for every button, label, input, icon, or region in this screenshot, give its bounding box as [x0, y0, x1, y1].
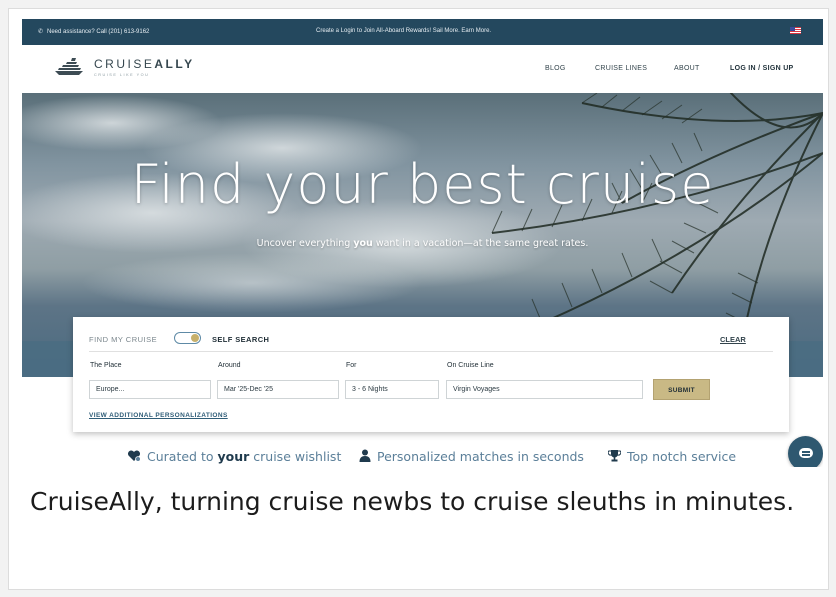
additional-personalizations-link[interactable]: VIEW ADDITIONAL PERSONALIZATIONS	[89, 412, 228, 419]
us-flag-icon[interactable]	[790, 27, 801, 34]
cruise-search-panel: FIND MY CRUISE SELF SEARCH CLEAR The Pla…	[73, 317, 789, 432]
user-icon	[359, 449, 371, 465]
phone-icon: ✆	[38, 29, 44, 35]
hero-title: Find your best cruise	[130, 153, 715, 216]
for-label: For	[346, 362, 357, 369]
features-row: Curated to your cruise wishlist Personal…	[22, 443, 823, 467]
chat-icon	[799, 448, 813, 458]
feature-wishlist: Curated to your cruise wishlist	[127, 449, 341, 465]
nav-blog[interactable]: BLOG	[545, 65, 566, 72]
post-caption: CruiseAlly, turning cruise newbs to crui…	[30, 487, 795, 516]
cruise-line-label: On Cruise Line	[447, 362, 494, 369]
ship-logo-icon[interactable]	[53, 56, 87, 76]
divider	[89, 351, 773, 352]
nav-about[interactable]: ABOUT	[674, 65, 700, 72]
heart-badge-icon	[127, 450, 141, 465]
hero-subtitle: Uncover everything you want in a vacatio…	[256, 238, 589, 249]
main-navigation: CRUISEALLY CRUISE LIKE YOU BLOG CRUISE L…	[22, 45, 823, 93]
place-input[interactable]: Europe...	[89, 380, 211, 399]
self-search-label[interactable]: SELF SEARCH	[212, 335, 269, 344]
feature-matches: Personalized matches in seconds	[359, 449, 584, 465]
find-my-cruise-label[interactable]: FIND MY CRUISE	[89, 335, 157, 344]
submit-button[interactable]: SUBMIT	[653, 379, 710, 400]
brand-logo-text[interactable]: CRUISEALLY	[94, 57, 195, 71]
feature-service: Top notch service	[607, 449, 736, 465]
search-mode-toggle[interactable]	[174, 332, 201, 344]
place-label: The Place	[90, 362, 122, 369]
nav-login-signup[interactable]: LOG IN / SIGN UP	[730, 65, 794, 72]
toggle-knob	[191, 334, 199, 342]
around-label: Around	[218, 362, 241, 369]
trophy-icon	[607, 449, 622, 465]
chat-widget-button[interactable]	[788, 436, 823, 467]
cruise-line-select[interactable]: Virgin Voyages	[446, 380, 643, 399]
brand-tagline: CRUISE LIKE YOU	[94, 73, 150, 77]
nav-cruise-lines[interactable]: CRUISE LINES	[595, 65, 647, 72]
top-announcement-bar: ✆ Need assistance? Call (201) 613-9162 Cr…	[22, 19, 823, 45]
clear-link[interactable]: CLEAR	[720, 335, 746, 344]
rewards-promo[interactable]: Create a Login to Join All-Aboard Reward…	[316, 28, 491, 34]
website-screenshot: ✆ Need assistance? Call (201) 613-9162 Cr…	[22, 19, 823, 467]
assistance-text: Need assistance? Call (201) 613-9162	[47, 29, 150, 35]
date-range-input[interactable]: Mar '25-Dec '25	[217, 380, 339, 399]
duration-select[interactable]: 3 - 6 Nights	[345, 380, 439, 399]
assistance-contact[interactable]: ✆ Need assistance? Call (201) 613-9162	[38, 28, 149, 35]
post-card: ✆ Need assistance? Call (201) 613-9162 Cr…	[8, 8, 829, 590]
